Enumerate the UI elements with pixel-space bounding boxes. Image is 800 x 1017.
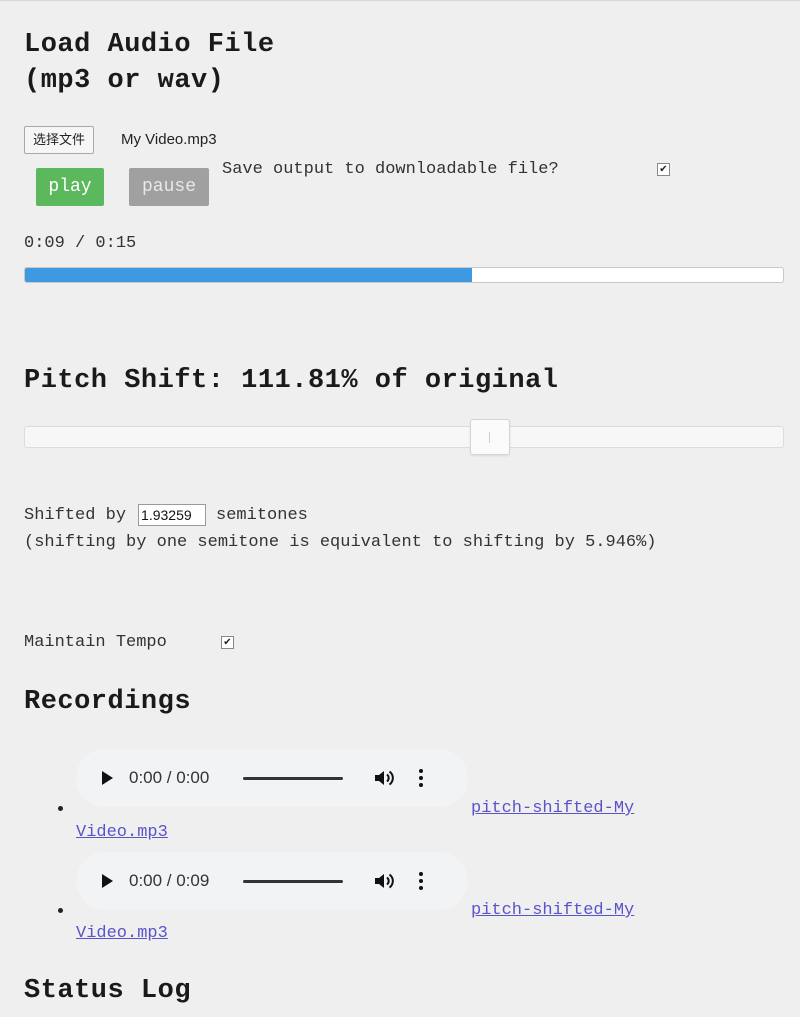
pause-button[interactable]: pause xyxy=(129,168,209,206)
play-icon[interactable] xyxy=(102,771,113,785)
player-time: 0:00 / 0:00 xyxy=(129,768,210,787)
pitch-slider-track[interactable] xyxy=(24,426,784,448)
more-vertical-icon[interactable] xyxy=(419,872,423,890)
maintain-tempo-label: Maintain Tempo xyxy=(24,633,167,652)
player-time: 0:00 / 0:09 xyxy=(129,871,210,890)
shift-suffix-label: semitones xyxy=(216,505,308,525)
recording-download-link-cont[interactable]: Video.mp3 xyxy=(76,823,168,842)
choose-file-button[interactable]: 选择文件 xyxy=(24,126,95,154)
semitone-explanation: (shifting by one semitone is equivalent … xyxy=(24,533,657,552)
list-bullet xyxy=(58,806,63,811)
list-bullet xyxy=(58,908,63,913)
volume-icon[interactable] xyxy=(373,768,397,788)
status-log-title: Status Log xyxy=(24,976,192,1006)
player-seek-bar[interactable] xyxy=(243,776,343,780)
player-seek-bar[interactable] xyxy=(243,879,343,883)
playback-time: 0:09 / 0:15 xyxy=(24,234,137,253)
recording-download-link[interactable]: pitch-shifted-My xyxy=(471,799,634,818)
recordings-title: Recordings xyxy=(24,687,192,717)
checkmark-icon: ✔ xyxy=(223,637,232,648)
save-output-label: Save output to downloadable file? xyxy=(222,160,559,179)
semitone-shift-row: Shifted by 1.93259 semitones xyxy=(24,504,308,526)
playback-progress-fill xyxy=(25,268,473,282)
pitch-shift-title: Pitch Shift: 111.81% of original xyxy=(24,366,559,396)
audio-player[interactable]: 0:00 / 0:00 xyxy=(76,749,468,807)
load-audio-title: Load Audio File (mp3 or wav) xyxy=(24,27,275,99)
playback-progress-bar[interactable] xyxy=(24,267,784,283)
semitones-input[interactable]: 1.93259 xyxy=(138,504,207,526)
audio-player[interactable]: 0:00 / 0:09 xyxy=(76,852,468,910)
shift-prefix-label: Shifted by xyxy=(24,505,127,525)
more-vertical-icon[interactable] xyxy=(419,769,423,787)
load-audio-title-line2: (mp3 or wav) xyxy=(24,66,225,96)
play-button[interactable]: play xyxy=(36,168,104,206)
save-output-checkbox[interactable]: ✔ xyxy=(657,163,670,176)
pitch-slider-thumb[interactable] xyxy=(470,419,511,455)
recording-download-link[interactable]: pitch-shifted-My xyxy=(471,901,634,920)
play-icon[interactable] xyxy=(102,874,113,888)
load-audio-title-line1: Load Audio File xyxy=(24,30,275,60)
checkmark-icon: ✔ xyxy=(659,164,668,175)
recording-download-link-cont[interactable]: Video.mp3 xyxy=(76,924,168,943)
maintain-tempo-checkbox[interactable]: ✔ xyxy=(221,636,234,649)
selected-file-name: My Video.mp3 xyxy=(121,131,217,148)
volume-icon[interactable] xyxy=(373,871,397,891)
